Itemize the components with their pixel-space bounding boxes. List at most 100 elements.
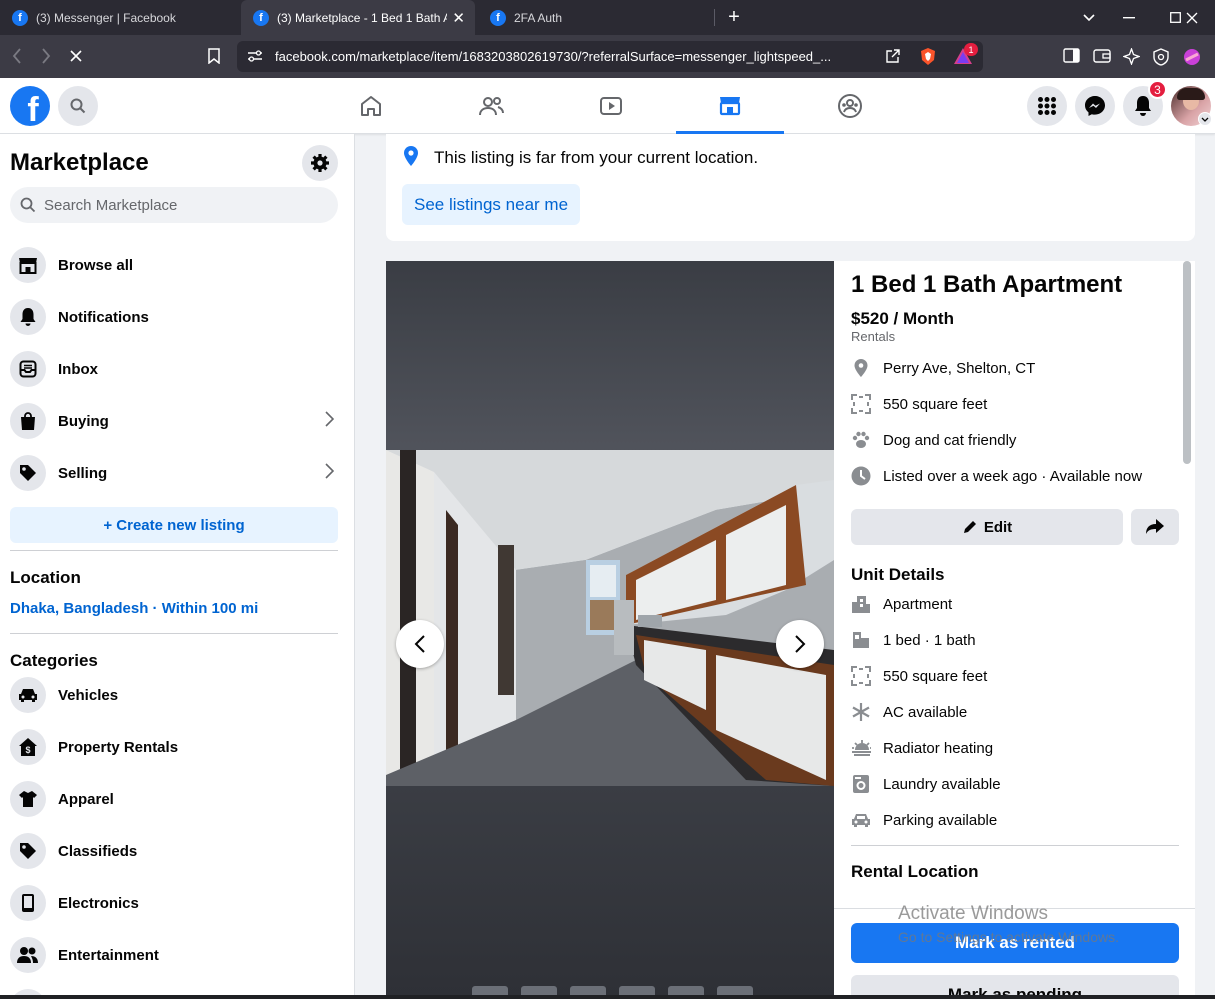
account-chevron-icon[interactable] — [1198, 112, 1212, 126]
nav-home[interactable] — [317, 78, 425, 134]
gear-icon — [311, 154, 329, 172]
tab-title: 2FA Auth — [514, 10, 563, 25]
mark-as-rented-button[interactable]: Mark as rented — [851, 923, 1179, 963]
inbox-icon — [10, 351, 46, 387]
menu-button[interactable] — [1027, 86, 1067, 126]
taskbar-edge — [0, 995, 1215, 999]
listing-title: 1 Bed 1 Bath Apartment — [851, 271, 1123, 298]
stop-loading-icon[interactable] — [65, 45, 87, 67]
nav-marketplace[interactable] — [676, 78, 784, 134]
address-bar[interactable]: facebook.com/marketplace/item/1683203802… — [237, 41, 983, 72]
wallet-icon[interactable] — [1093, 48, 1111, 65]
scrollbar[interactable] — [1183, 261, 1191, 464]
category-label: Vehicles — [58, 686, 119, 704]
sidebar-item-selling[interactable]: Selling — [10, 451, 338, 495]
close-tab-icon[interactable]: ✕ — [452, 9, 465, 27]
category-entertainment[interactable]: Entertainment — [10, 933, 338, 977]
bell-icon — [10, 299, 46, 335]
nav-watch[interactable] — [557, 78, 665, 134]
unit-detail-parking: Parking available — [851, 808, 997, 832]
chevron-right-icon — [325, 463, 335, 484]
category-label: Apparel — [58, 790, 114, 808]
category-classifieds[interactable]: Classifieds — [10, 829, 338, 873]
marketplace-sidebar: Marketplace Search Marketplace Browse al… — [0, 134, 355, 999]
see-listings-near-me-button[interactable]: See listings near me — [402, 184, 581, 225]
categories-heading: Categories — [10, 651, 98, 670]
shopping-bag-icon — [10, 403, 46, 439]
unit-detail-text: Laundry available — [883, 775, 1001, 793]
listing-category-link[interactable]: Rentals — [851, 329, 895, 344]
share-page-icon[interactable] — [885, 48, 901, 69]
share-button[interactable] — [1131, 509, 1179, 545]
price-tag-icon — [10, 455, 46, 491]
browser-toolbar: facebook.com/marketplace/item/1683203802… — [0, 35, 1215, 78]
create-new-listing-button[interactable]: + Create new listing — [10, 507, 338, 543]
category-label: Electronics — [58, 894, 139, 912]
search-icon — [70, 98, 86, 114]
search-marketplace-input[interactable]: Search Marketplace — [10, 187, 338, 223]
edit-button[interactable]: Edit — [851, 509, 1123, 545]
notifications-button[interactable]: 3 — [1123, 80, 1167, 126]
notification-badge: 3 — [1148, 80, 1167, 99]
vpn-icon[interactable] — [1153, 48, 1170, 66]
brave-shields-icon[interactable] — [919, 47, 937, 71]
unit-detail-text: 550 square feet — [883, 667, 988, 685]
category-electronics[interactable]: Electronics — [10, 881, 338, 925]
bookmark-icon[interactable] — [203, 45, 225, 67]
sidebar-item-buying[interactable]: Buying — [10, 399, 338, 443]
messenger-icon — [1085, 96, 1105, 116]
next-photo-button[interactable] — [776, 620, 824, 668]
car-icon — [851, 810, 871, 830]
sidebar-item-notifications[interactable]: Notifications — [10, 295, 338, 339]
tab-2fa[interactable]: f 2FA Auth — [478, 0, 714, 35]
fact-text: Perry Ave, Shelton, CT — [883, 359, 1036, 377]
category-property-rentals[interactable]: $ Property Rentals — [10, 725, 338, 769]
tag-icon — [10, 833, 46, 869]
unit-detail-text: Parking available — [883, 811, 998, 829]
unit-detail-text: Apartment — [883, 595, 953, 613]
previous-photo-button[interactable] — [396, 620, 444, 668]
house-dollar-icon: $ — [10, 729, 46, 765]
minimize-icon[interactable] — [1106, 0, 1152, 35]
sidebar-title: Marketplace — [10, 149, 149, 176]
tab-marketplace[interactable]: f (3) Marketplace - 1 Bed 1 Bath A ✕ — [241, 0, 475, 35]
nav-groups[interactable] — [796, 78, 904, 134]
brave-rewards-icon[interactable]: 1 — [953, 43, 978, 70]
phone-icon — [10, 885, 46, 921]
unit-detail-apartment: Apartment — [851, 592, 952, 616]
category-apparel[interactable]: Apparel — [10, 777, 338, 821]
fact-pets: Dog and cat friendly — [851, 428, 1016, 452]
listing-photo-viewer — [386, 261, 834, 999]
url-text: facebook.com/marketplace/item/1683203802… — [275, 49, 832, 64]
home-icon — [361, 96, 381, 116]
nav-friends[interactable] — [437, 78, 545, 134]
leo-ai-icon[interactable] — [1122, 47, 1141, 66]
sidebar-item-inbox[interactable]: Inbox — [10, 347, 338, 391]
back-icon[interactable] — [6, 45, 28, 67]
tab-messenger[interactable]: f (3) Messenger | Facebook — [0, 0, 238, 35]
location-value-link[interactable]: Dhaka, Bangladesh · Within 100 mi — [10, 600, 258, 617]
messenger-button[interactable] — [1075, 86, 1115, 126]
location-heading: Location — [10, 568, 81, 587]
sidebar-item-label: Notifications — [58, 308, 149, 326]
marketplace-icon — [719, 96, 741, 115]
close-window-icon[interactable] — [1169, 0, 1215, 35]
location-pin-icon — [851, 358, 871, 378]
search-button[interactable] — [58, 86, 98, 126]
share-arrow-icon — [1146, 519, 1164, 534]
settings-button[interactable] — [302, 145, 338, 181]
sidebar-item-label: Inbox — [58, 360, 98, 378]
area-icon — [851, 666, 871, 686]
sidebar-toggle-icon[interactable] — [1063, 48, 1080, 65]
category-vehicles[interactable]: Vehicles — [10, 673, 338, 717]
divider — [10, 550, 338, 551]
unit-detail-area: 550 square feet — [851, 664, 987, 688]
forward-icon[interactable] — [35, 45, 57, 67]
groups-icon — [838, 94, 862, 118]
facebook-logo-icon[interactable]: f — [10, 86, 50, 126]
sidebar-item-browse-all[interactable]: Browse all — [10, 243, 338, 287]
profile-icon[interactable] — [1183, 48, 1200, 65]
storefront-icon — [10, 247, 46, 283]
new-tab-icon[interactable]: + — [711, 0, 757, 35]
site-settings-icon[interactable] — [247, 49, 263, 68]
